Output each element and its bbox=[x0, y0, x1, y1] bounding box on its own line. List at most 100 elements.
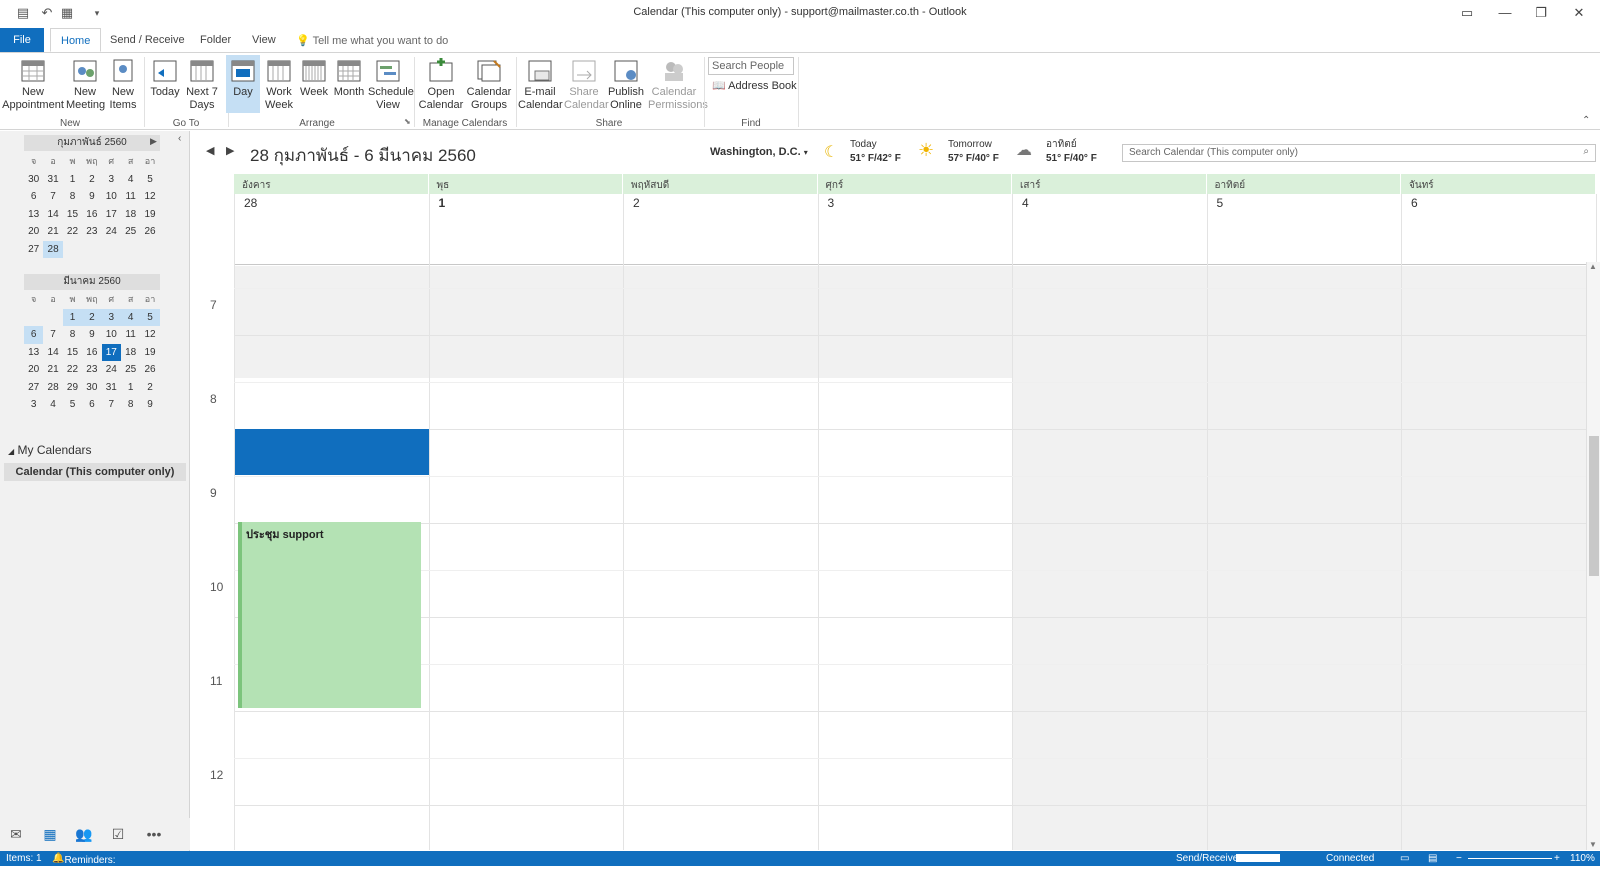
close-button[interactable]: ✕ bbox=[1560, 2, 1598, 24]
calendar-date-cell[interactable]: 9 bbox=[82, 326, 101, 344]
normal-view-icon[interactable]: ▭ bbox=[1400, 853, 1409, 864]
calendar-date-cell[interactable]: 13 bbox=[24, 206, 43, 224]
calendar-date-cell[interactable]: 9 bbox=[140, 396, 159, 414]
vertical-scrollbar[interactable]: ▲ ▼ bbox=[1586, 262, 1600, 850]
calendar-date-cell[interactable]: 31 bbox=[43, 171, 62, 189]
calendar-date-cell[interactable]: 22 bbox=[63, 361, 82, 379]
new-meeting-button[interactable]: New Meeting bbox=[66, 57, 105, 112]
share-calendar-button[interactable]: Share Calendar bbox=[564, 57, 609, 112]
calendar-date-cell[interactable]: 7 bbox=[43, 326, 62, 344]
calendar-date-cell[interactable]: 11 bbox=[121, 326, 140, 344]
calendar-date-cell[interactable]: 27 bbox=[24, 379, 43, 397]
calendar-date-cell[interactable]: 17 bbox=[101, 343, 121, 361]
day-view-button[interactable]: Day bbox=[226, 55, 260, 113]
search-people-input[interactable]: Search People bbox=[708, 57, 794, 75]
prev-range-icon[interactable]: ◀ bbox=[206, 144, 214, 157]
people-icon[interactable]: 👥 bbox=[74, 826, 94, 842]
calendar-date-cell[interactable]: 29 bbox=[63, 379, 82, 397]
calendar-date-cell[interactable]: 22 bbox=[63, 223, 82, 241]
calendar-date-cell[interactable]: 28 bbox=[43, 240, 63, 258]
calendar-date-cell[interactable]: 16 bbox=[82, 344, 101, 362]
calendar-date-cell[interactable]: 2 bbox=[82, 308, 102, 326]
calendar-date-cell[interactable]: 25 bbox=[121, 223, 140, 241]
weather-location[interactable]: Washington, D.C. ▾ bbox=[710, 146, 808, 158]
calendar-date-cell[interactable]: 15 bbox=[63, 344, 82, 362]
calendar-date-cell[interactable]: 30 bbox=[24, 171, 43, 189]
calendar-date-cell[interactable]: 25 bbox=[121, 361, 140, 379]
calendar-date-cell[interactable]: 28 bbox=[43, 379, 62, 397]
calendar-date-cell[interactable]: 23 bbox=[82, 361, 101, 379]
calendar-date-cell[interactable]: 2 bbox=[82, 171, 101, 189]
calendar-date-cell[interactable]: 8 bbox=[63, 326, 82, 344]
more-icon[interactable]: ••• bbox=[144, 826, 164, 842]
calendar-date-cell[interactable]: 21 bbox=[43, 223, 62, 241]
calendar-date-cell[interactable]: 8 bbox=[63, 188, 82, 206]
zoom-in-icon[interactable]: + bbox=[1554, 853, 1560, 864]
calendar-date-cell[interactable]: 24 bbox=[102, 361, 121, 379]
my-calendars-header[interactable]: ◢ My Calendars bbox=[8, 443, 92, 457]
tab-send-receive[interactable]: Send / Receive bbox=[100, 28, 195, 52]
day-header[interactable]: พุธ bbox=[428, 174, 623, 194]
calendar-date-cell[interactable]: 2 bbox=[140, 379, 159, 397]
zoom-slider[interactable] bbox=[1468, 858, 1552, 859]
zoom-out-icon[interactable]: − bbox=[1456, 853, 1462, 864]
calendar-date-cell[interactable]: 8 bbox=[121, 396, 140, 414]
collapse-pane-icon[interactable]: ‹ bbox=[178, 133, 181, 144]
calendar-date-cell[interactable]: 1 bbox=[62, 308, 83, 326]
scroll-up-icon[interactable]: ▲ bbox=[1589, 262, 1597, 271]
calendar-date-cell[interactable]: 24 bbox=[102, 223, 121, 241]
calendar-date-cell[interactable]: 14 bbox=[43, 206, 62, 224]
tab-home[interactable]: Home bbox=[50, 28, 102, 52]
calendar-date-cell[interactable]: 14 bbox=[43, 344, 62, 362]
calendar-date-cell[interactable]: 19 bbox=[140, 206, 159, 224]
mail-icon[interactable]: ✉ bbox=[6, 826, 26, 842]
calendar-date-cell[interactable]: 6 bbox=[24, 326, 44, 344]
address-book-button[interactable]: 📖 Address Book bbox=[712, 79, 797, 92]
calendar-date-cell[interactable]: 15 bbox=[63, 206, 82, 224]
scroll-thumb[interactable] bbox=[1589, 436, 1599, 576]
selected-time-slot[interactable] bbox=[235, 429, 429, 475]
calendar-date-cell[interactable]: 7 bbox=[102, 396, 121, 414]
tell-me-box[interactable]: 💡 Tell me what you want to do bbox=[296, 34, 448, 47]
next-range-icon[interactable]: ▶ bbox=[226, 144, 234, 157]
calendar-date-cell[interactable]: 3 bbox=[102, 171, 121, 189]
day-header[interactable]: อาทิตย์ bbox=[1206, 174, 1401, 194]
new-items-button[interactable]: New Items bbox=[106, 57, 140, 112]
work-week-button[interactable]: Work Week bbox=[262, 57, 296, 112]
calendar-date-cell[interactable]: 6 bbox=[82, 396, 101, 414]
reminders-status[interactable]: 🔔 Reminders: 1 bbox=[52, 853, 116, 877]
calendar-date-cell[interactable]: 26 bbox=[140, 361, 159, 379]
today-button[interactable]: Today bbox=[148, 57, 182, 99]
publish-online-button[interactable]: Publish Online bbox=[606, 57, 646, 112]
tasks-icon[interactable]: ☑ bbox=[108, 826, 128, 842]
day-header[interactable]: เสาร์ bbox=[1012, 174, 1207, 194]
calendar-date-cell[interactable]: 11 bbox=[121, 188, 140, 206]
calendar-date-cell[interactable]: 13 bbox=[24, 344, 43, 362]
tab-file[interactable]: File bbox=[0, 28, 44, 52]
tab-view[interactable]: View bbox=[242, 28, 286, 52]
day-header[interactable]: อังคาร bbox=[234, 174, 429, 194]
schedule-view-button[interactable]: Schedule View bbox=[368, 57, 414, 112]
next-7-days-button[interactable]: Next 7 Days bbox=[184, 57, 220, 112]
calendar-date-cell[interactable]: 18 bbox=[121, 344, 140, 362]
calendar-date-cell[interactable]: 20 bbox=[24, 223, 43, 241]
minimize-button[interactable]: — bbox=[1486, 2, 1524, 24]
calendar-date-cell[interactable]: 20 bbox=[24, 361, 43, 379]
week-button[interactable]: Week bbox=[298, 57, 330, 99]
calendar-date-cell[interactable]: 5 bbox=[63, 396, 82, 414]
search-icon[interactable]: ⌕ bbox=[1583, 146, 1589, 157]
calendar-date-cell[interactable]: 17 bbox=[102, 206, 121, 224]
calendar-date-cell[interactable]: 3 bbox=[101, 308, 121, 326]
calendar-date-cell[interactable]: 5 bbox=[140, 308, 160, 326]
calendar-date-cell[interactable]: 12 bbox=[140, 326, 159, 344]
calendar-date-cell[interactable]: 30 bbox=[82, 379, 101, 397]
calendar-date-cell[interactable]: 5 bbox=[140, 171, 159, 189]
calendar-date-cell[interactable]: 16 bbox=[82, 206, 101, 224]
calendar-date-cell[interactable]: 23 bbox=[82, 223, 101, 241]
collapse-ribbon-icon[interactable]: ⌃ bbox=[1582, 115, 1590, 126]
calendar-groups-button[interactable]: Calendar Groups bbox=[466, 57, 512, 112]
scroll-down-icon[interactable]: ▼ bbox=[1589, 840, 1597, 849]
calendar-date-cell[interactable]: 1 bbox=[121, 379, 140, 397]
calendar-date-cell[interactable]: 21 bbox=[43, 361, 62, 379]
next-month-icon[interactable]: ▶ bbox=[150, 136, 157, 147]
